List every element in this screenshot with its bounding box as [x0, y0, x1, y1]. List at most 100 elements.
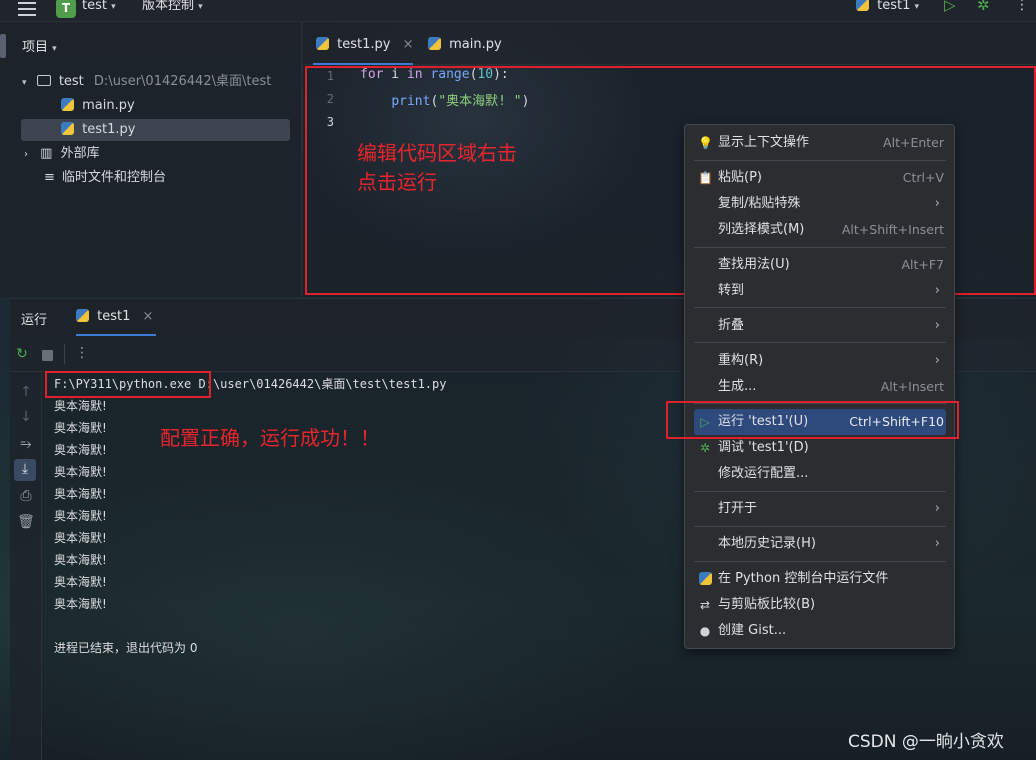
- menu-item-goto[interactable]: 转到 ›: [694, 278, 946, 298]
- menu-item-open-in[interactable]: 打开于 ›: [694, 496, 946, 522]
- menu-item-label: 显示上下文操作: [718, 135, 810, 150]
- annotation-editor-note-1: 编辑代码区域右击: [357, 141, 517, 165]
- close-icon[interactable]: ×: [143, 309, 154, 324]
- project-switcher[interactable]: test ▾: [82, 0, 116, 18]
- menu-item-create-gist[interactable]: ● 创建 Gist...: [694, 618, 946, 644]
- folder-icon: [36, 75, 51, 86]
- menu-item-label: 复制/粘贴特殊: [718, 196, 801, 211]
- console-command-script: D:\user\01426442\桌面\test\test1.py: [191, 377, 447, 391]
- tree-root-path: D:\user\01426442\桌面\test: [93, 74, 272, 89]
- tree-root-test[interactable]: ▾ test D:\user\01426442\桌面\test: [22, 71, 290, 93]
- tree-item-main-py[interactable]: main.py: [21, 95, 290, 117]
- menu-item-copy-paste-special[interactable]: 复制/粘贴特殊 ›: [694, 191, 946, 217]
- menu-item-find-usages[interactable]: 查找用法(U) Alt+F7: [694, 252, 946, 278]
- menu-item-label: 粘贴(P): [718, 170, 762, 185]
- menu-item-local-history[interactable]: 本地历史记录(H) ›: [694, 531, 946, 557]
- arrow-up-icon[interactable]: ↑: [14, 384, 38, 400]
- console-output-line: 奥本海默!: [54, 487, 107, 501]
- lightbulb-icon: 💡: [698, 136, 713, 150]
- console-output-line: 奥本海默!: [54, 443, 107, 457]
- tab-label: test1.py: [337, 37, 391, 52]
- menu-item-shortcut: Ctrl+V: [902, 170, 944, 185]
- main-menu-icon[interactable]: [18, 2, 36, 16]
- chevron-right-icon: ›: [934, 536, 940, 551]
- tree-item-external-libs[interactable]: › ▥ 外部库: [24, 143, 290, 165]
- menu-separator: [694, 342, 946, 343]
- menu-item-compare-clipboard[interactable]: ⇄ 与剪贴板比较(B): [694, 592, 946, 618]
- menu-separator: [694, 561, 946, 562]
- trash-icon[interactable]: 🗑: [14, 514, 38, 530]
- menu-item-label: 与剪贴板比较(B): [718, 597, 816, 612]
- menu-item-show-context-actions[interactable]: 💡 显示上下文操作 Alt+Enter: [694, 130, 946, 156]
- console-output-line: 奥本海默!: [54, 575, 107, 589]
- annotation-console-note: 配置正确，运行成功！！: [160, 426, 380, 450]
- run-icon[interactable]: ▷: [944, 0, 956, 14]
- annotation-editor-note-2: 点击运行: [357, 170, 437, 194]
- tab-label: main.py: [449, 37, 502, 52]
- chevron-right-icon: ›: [934, 318, 940, 333]
- menu-separator: [694, 247, 946, 248]
- menu-item-shortcut: Alt+Insert: [880, 379, 944, 394]
- annotation-interpreter-box: [45, 371, 211, 398]
- tree-root-name: test: [58, 74, 84, 89]
- chevron-right-icon: ›: [934, 501, 940, 516]
- menu-separator: [694, 526, 946, 527]
- project-badge[interactable]: T: [56, 0, 76, 18]
- menu-item-folding[interactable]: 折叠 ›: [694, 313, 946, 339]
- python-file-icon: [61, 98, 74, 111]
- menu-item-shortcut: Alt+Enter: [883, 135, 944, 150]
- github-icon: ●: [699, 624, 711, 638]
- console-output-line: 奥本海默!: [54, 399, 107, 413]
- python-icon: [76, 309, 89, 322]
- python-file-icon: [61, 122, 74, 135]
- menu-item-label: 打开于: [718, 501, 758, 516]
- project-name: test: [82, 0, 107, 13]
- menu-item-label: 创建 Gist...: [718, 623, 787, 638]
- run-tab-test1[interactable]: test1 ×: [76, 309, 153, 324]
- chevron-right-icon: ›: [934, 196, 940, 211]
- more-options-icon[interactable]: ⋮: [70, 345, 94, 361]
- menu-item-run-in-python-console[interactable]: 在 Python 控制台中运行文件: [694, 566, 946, 592]
- menu-item-label: 重构(R): [718, 353, 764, 368]
- scroll-to-end-icon[interactable]: ⤓: [13, 461, 37, 477]
- console-output-line: 奥本海默!: [54, 465, 107, 479]
- menu-item-label: 转到: [718, 283, 745, 298]
- project-tool-button[interactable]: [0, 34, 6, 58]
- chevron-down-icon: ▾: [198, 2, 203, 12]
- tab-main-py[interactable]: main.py: [428, 22, 508, 65]
- run-side-toolbar: [10, 372, 42, 760]
- python-icon: [698, 566, 712, 592]
- tab-test1-py[interactable]: test1.py ×: [313, 22, 414, 65]
- python-file-icon: [428, 37, 441, 50]
- print-icon[interactable]: ⎙: [14, 488, 38, 504]
- debug-icon[interactable]: ✲: [977, 0, 990, 14]
- project-panel-title: 项目: [22, 40, 49, 55]
- chevron-right-icon: ›: [934, 353, 940, 368]
- menu-item-refactor[interactable]: 重构(R) ›: [694, 348, 946, 374]
- run-panel-title: 运行: [21, 313, 48, 328]
- run-config-selector[interactable]: test1 ▾: [856, 0, 919, 18]
- console-output-line: 奥本海默!: [54, 531, 107, 545]
- chevron-down-icon: ▾: [111, 2, 116, 12]
- menu-item-label: 在 Python 控制台中运行文件: [718, 571, 889, 586]
- more-options-icon[interactable]: ⋮: [1015, 0, 1029, 13]
- menu-item-column-selection[interactable]: 列选择模式(M) Alt+Shift+Insert: [694, 217, 946, 243]
- vcs-menu[interactable]: 版本控制 ▾: [142, 0, 203, 18]
- menu-item-modify-run-config[interactable]: 修改运行配置...: [694, 461, 946, 487]
- tree-item-scratches[interactable]: ≡ 临时文件和控制台: [44, 167, 290, 189]
- close-icon[interactable]: ×: [403, 37, 414, 52]
- menu-item-shortcut: Alt+Shift+Insert: [841, 222, 944, 237]
- tree-item-test1-py[interactable]: test1.py: [21, 119, 290, 141]
- menu-item-paste[interactable]: 📋 粘贴(P) Ctrl+V: [694, 165, 946, 191]
- library-icon: ▥: [40, 146, 53, 161]
- compare-icon: ⇄: [699, 598, 711, 612]
- project-panel-header[interactable]: 项目 ▾: [22, 36, 57, 55]
- rerun-icon[interactable]: ↻: [10, 346, 34, 362]
- menu-item-generate[interactable]: 生成... Alt+Insert: [694, 374, 946, 400]
- arrow-down-icon[interactable]: ↓: [14, 409, 38, 425]
- console-exit-message: 进程已结束，退出代码为 0: [54, 641, 198, 655]
- stop-icon[interactable]: [42, 350, 53, 361]
- console-output-line: 奥本海默!: [54, 421, 107, 435]
- soft-wrap-icon[interactable]: ⥱: [14, 436, 38, 452]
- menu-separator: [694, 491, 946, 492]
